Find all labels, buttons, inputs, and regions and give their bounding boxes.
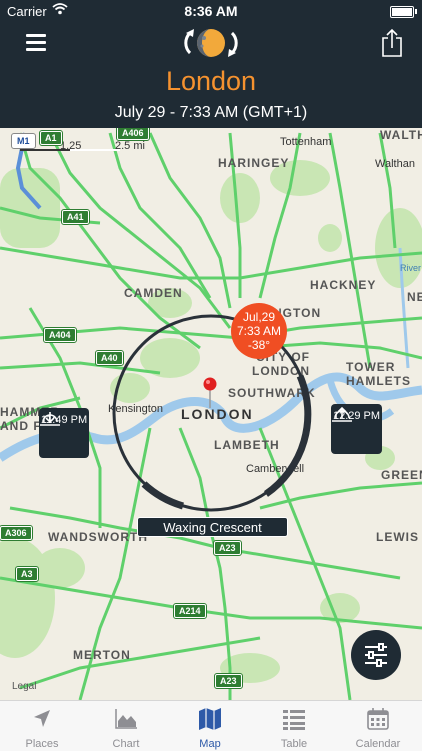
tab-label-table: Table (280, 738, 308, 750)
status-time: 8:36 AM (184, 3, 238, 19)
menu-button[interactable] (26, 34, 46, 52)
location-arrow-icon (34, 710, 50, 727)
area-chart-icon (115, 709, 137, 729)
tab-label-chart: Chart (112, 738, 140, 750)
moon-refresh-icon[interactable] (180, 25, 242, 61)
moon-position-marker[interactable]: Jul,29 7:33 AM -38° (231, 303, 287, 359)
tab-calendar[interactable]: Calendar (336, 701, 420, 751)
map-settings-button[interactable] (351, 630, 401, 680)
share-icon (382, 28, 402, 57)
moonset-icon (40, 412, 60, 426)
map-view[interactable]: 1.25 2.5 mi Tottenham WALTHAM FORES Walt… (0, 128, 422, 700)
city-title: London (165, 66, 257, 96)
hamburger-icon (26, 34, 46, 37)
moon-position-date: Jul,29 (242, 310, 276, 324)
tab-label-calendar: Calendar (355, 738, 401, 750)
tab-map[interactable]: Map (168, 701, 252, 751)
share-button[interactable] (381, 28, 403, 58)
table-list-icon (283, 710, 305, 730)
tab-bar: Places Chart Map Table Calendar (0, 700, 422, 751)
moonrise-icon (332, 406, 352, 422)
status-bar: Carrier 8:36 AM (0, 0, 422, 22)
date-time-label: July 29 - 7:33 AM (GMT+1) (114, 104, 308, 121)
tab-label-places: Places (25, 738, 59, 750)
tab-table[interactable]: Table (252, 701, 336, 751)
moonset-marker[interactable]: 11:49 PM (39, 408, 89, 458)
location-pin-icon[interactable] (202, 377, 218, 409)
sliders-icon (365, 643, 387, 667)
tab-label-map: Map (199, 738, 221, 750)
map-icon (199, 708, 221, 730)
moonrise-marker[interactable]: 12:29 PM (331, 404, 382, 454)
battery-icon (390, 6, 417, 18)
app-header: London July 29 - 7:33 AM (GMT+1) (0, 22, 422, 128)
tab-places[interactable]: Places (0, 701, 84, 751)
moon-phase-label: Waxing Crescent (137, 517, 288, 537)
moon-position-angle: -38° (247, 338, 271, 352)
tab-chart[interactable]: Chart (84, 701, 168, 751)
calendar-icon (367, 708, 389, 730)
legal-link[interactable]: Legal (12, 681, 36, 692)
moon-position-time: 7:33 AM (236, 324, 282, 338)
